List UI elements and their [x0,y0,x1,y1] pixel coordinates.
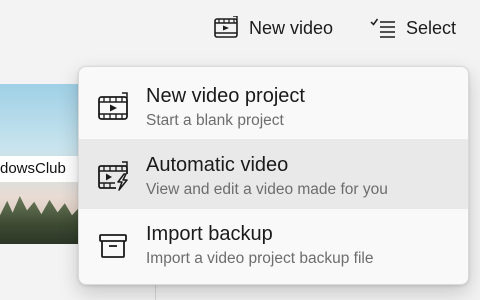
menu-item-import-backup[interactable]: Import backup Import a video project bac… [79,208,468,278]
menu-item-subtitle: Start a blank project [146,112,284,129]
select-button[interactable]: Select [370,12,456,44]
menu-item-subtitle: Import a video project backup file [146,250,374,267]
film-strip-icon [214,16,238,38]
archive-box-icon [99,234,127,258]
film-play-icon [98,92,128,120]
menu-item-automatic-video[interactable]: Automatic video View and edit a video ma… [79,139,468,209]
menu-item-title: Automatic video [146,154,289,176]
menu-item-title: Import backup [146,223,273,245]
menu-item-new-video-project[interactable]: New video project Start a blank project [79,70,468,140]
toolbar: New video Select [0,0,480,56]
new-video-label: New video [249,17,334,38]
project-thumbnail-card[interactable]: dowsClub [0,84,90,244]
select-label: Select [406,17,457,38]
new-video-button[interactable]: New video [213,12,333,44]
checklist-icon [370,18,395,38]
new-video-flyout-menu: New video project Start a blank project … [78,66,469,285]
project-name-label: dowsClub [0,156,90,182]
menu-item-title: New video project [146,85,305,107]
menu-item-subtitle: View and edit a video made for you [146,181,388,198]
film-lightning-icon [98,161,128,191]
